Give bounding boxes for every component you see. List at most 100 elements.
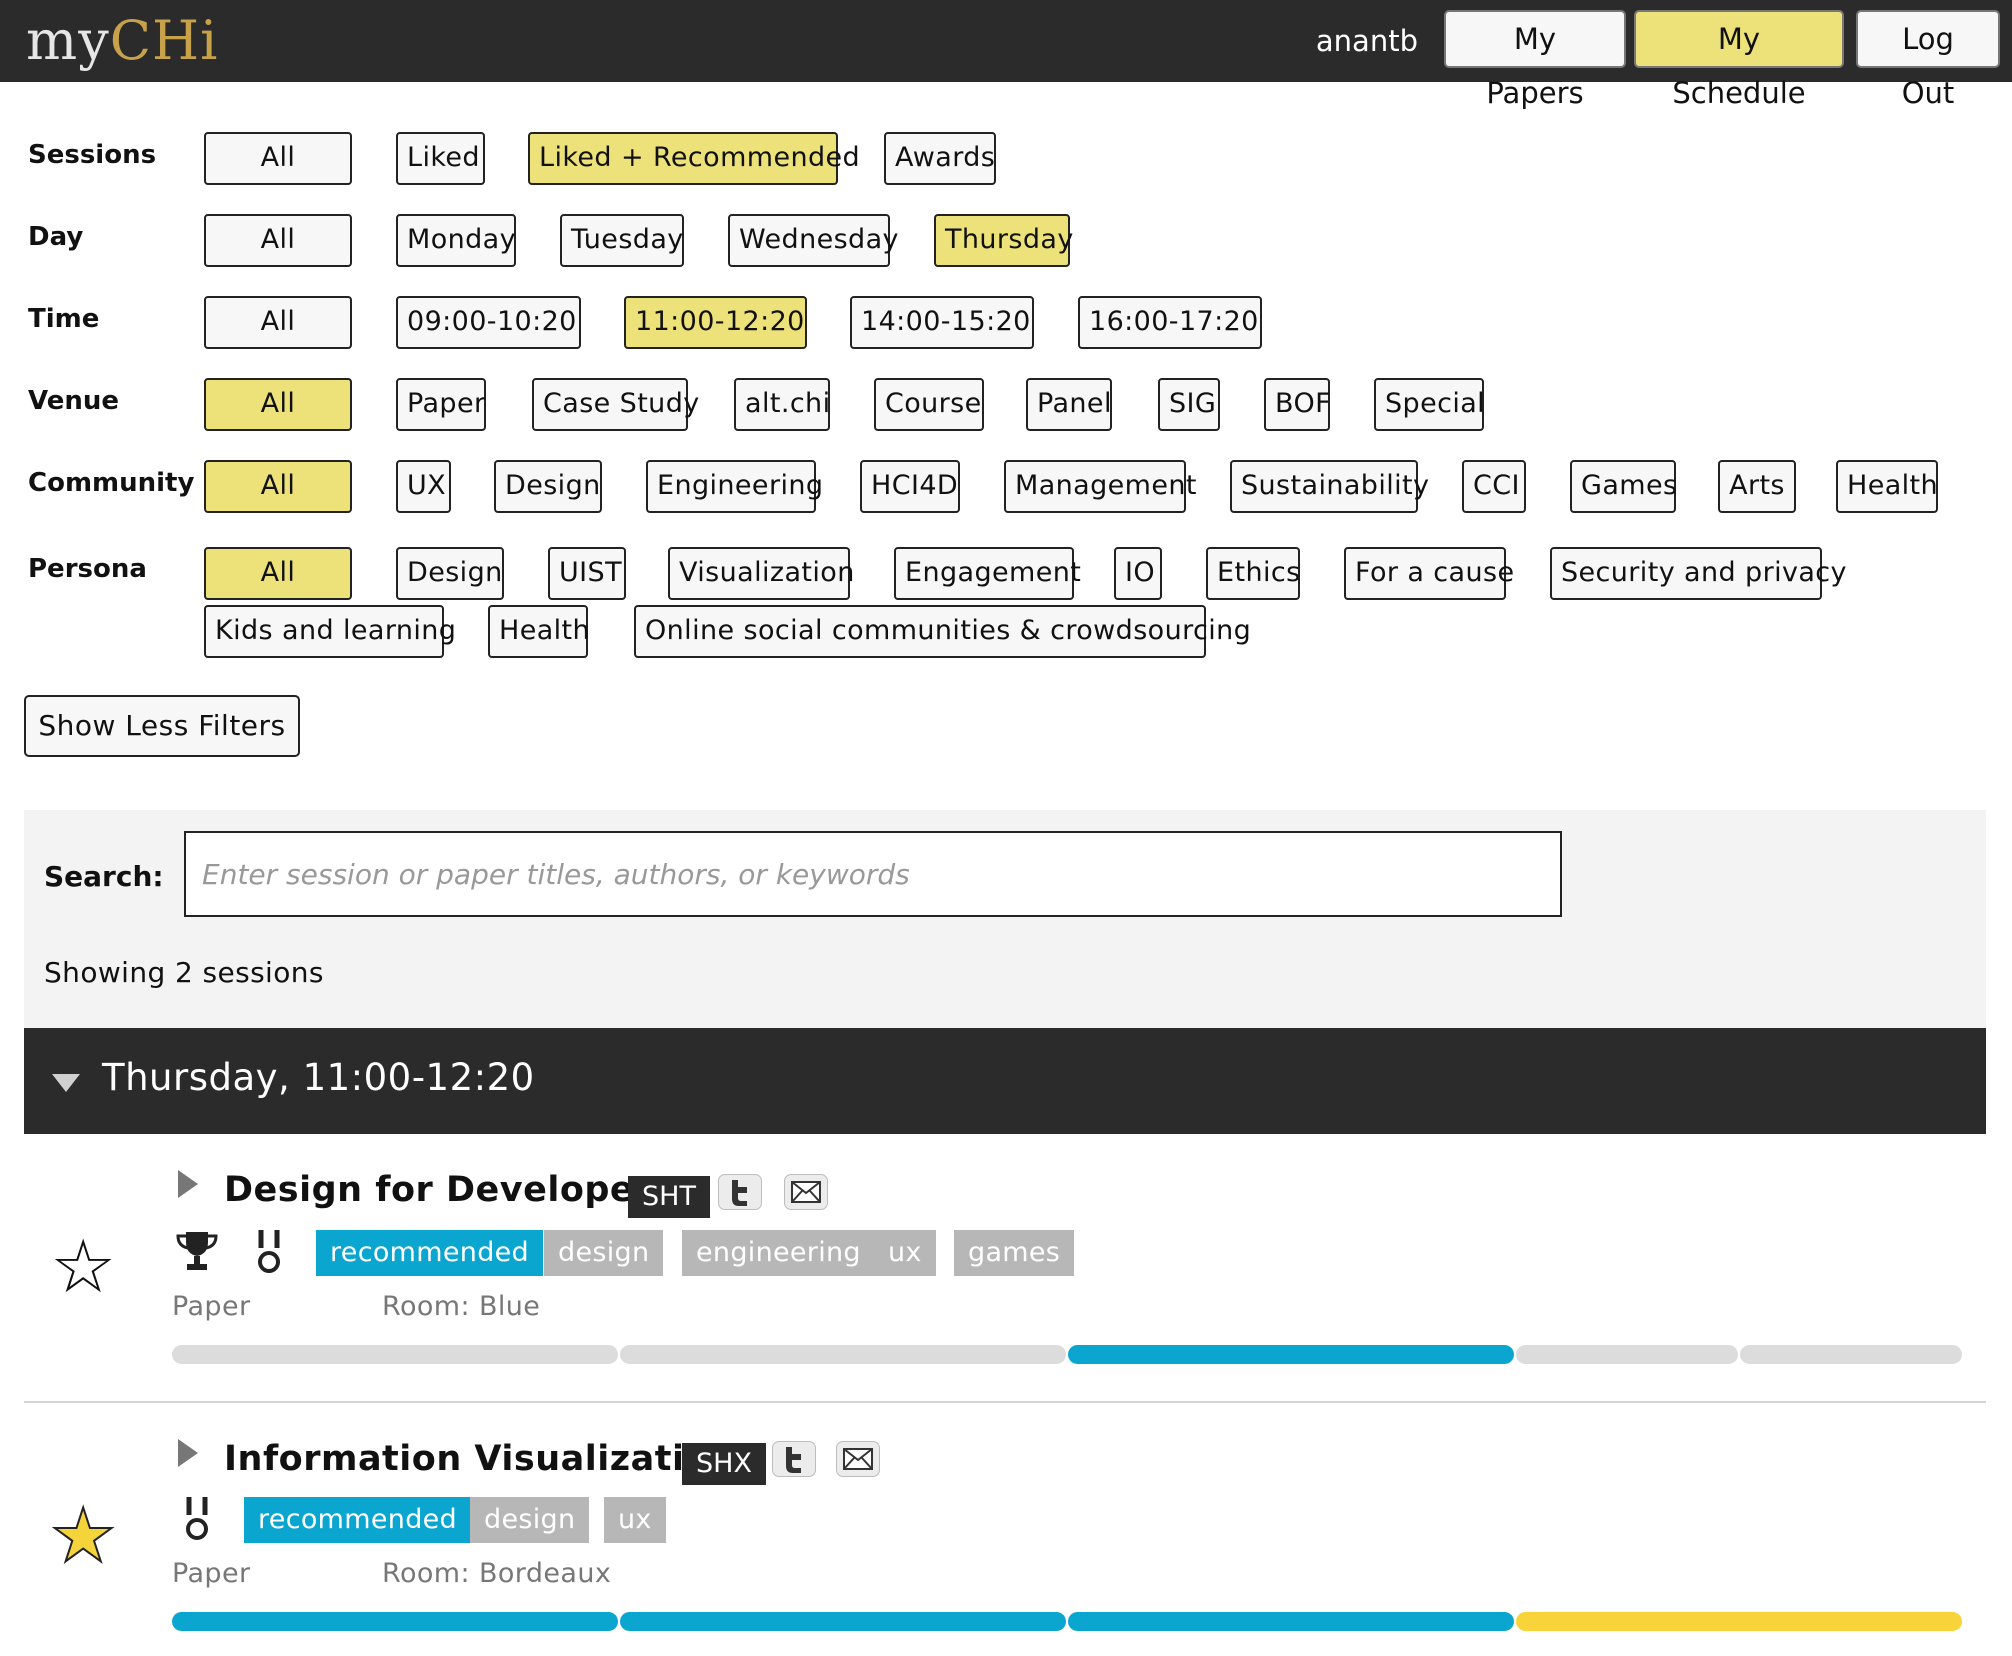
community-filter-all[interactable]: All: [204, 460, 352, 513]
persona-filter-visualization[interactable]: Visualization: [668, 547, 854, 600]
persona-filter-for-a-cause[interactable]: For a cause: [1344, 547, 1514, 600]
day-filter-monday[interactable]: Monday: [396, 214, 516, 267]
time-filter-all[interactable]: All: [204, 296, 352, 349]
venue-filter-special[interactable]: Special: [1374, 378, 1485, 431]
my-schedule-button[interactable]: My Schedule: [1634, 10, 1844, 110]
session-row: Design for Developers SHT ☆ recommended …: [24, 1134, 1986, 1400]
filter-label-persona: Persona: [28, 554, 147, 584]
time-filter-1100[interactable]: 11:00-12:20: [624, 296, 807, 349]
expand-triangle-icon[interactable]: [178, 1170, 198, 1198]
expand-triangle-icon[interactable]: [178, 1439, 198, 1467]
sessions-filter-liked[interactable]: Liked: [396, 132, 485, 185]
day-filter-thursday[interactable]: Thursday: [934, 214, 1073, 267]
community-filter-hci4d[interactable]: HCI4D: [860, 460, 960, 513]
session-code-badge: SHT: [628, 1176, 710, 1218]
tag-games[interactable]: games: [954, 1230, 1075, 1276]
session-room: Room: Blue: [382, 1291, 541, 1322]
email-icon[interactable]: [784, 1174, 828, 1210]
venue-filter-case-study[interactable]: Case Study: [532, 378, 699, 431]
filter-label-day: Day: [28, 222, 84, 252]
session-type: Paper: [172, 1291, 251, 1322]
community-filter-health[interactable]: Health: [1836, 460, 1938, 513]
community-filter-sustainability[interactable]: Sustainability: [1230, 460, 1429, 513]
session-title[interactable]: Design for Developers: [224, 1170, 673, 1210]
venue-filter-alt-chi[interactable]: alt.chi: [734, 378, 830, 431]
collapse-triangle-icon[interactable]: [52, 1074, 80, 1092]
persona-filter-health[interactable]: Health: [488, 605, 590, 658]
schedule-bar-segment: [1516, 1345, 1738, 1364]
mychi-logo[interactable]: myCHi: [26, 6, 218, 76]
liked-star-icon[interactable]: ★: [49, 1498, 117, 1574]
tag-engineering[interactable]: engineering: [682, 1230, 875, 1276]
community-filter-management[interactable]: Management: [1004, 460, 1196, 513]
schedule-bar-segment: [620, 1612, 1066, 1631]
search-input[interactable]: [184, 831, 1562, 917]
schedule-bar-segment: [1516, 1612, 1962, 1631]
logo-my: my: [26, 9, 110, 72]
twitter-icon[interactable]: [772, 1441, 816, 1477]
venue-filter-bof[interactable]: BOF: [1264, 378, 1331, 431]
session-title[interactable]: Information Visualization: [224, 1439, 734, 1479]
sessions-filter-liked-recommended[interactable]: Liked + Recommended: [528, 132, 860, 185]
tag-ux[interactable]: ux: [604, 1497, 666, 1543]
persona-filter-security-privacy[interactable]: Security and privacy: [1550, 547, 1847, 600]
venue-filter-panel[interactable]: Panel: [1026, 378, 1112, 431]
twitter-icon[interactable]: [718, 1174, 762, 1210]
show-less-filters-button[interactable]: Show Less Filters: [24, 695, 300, 757]
schedule-bar-segment: [620, 1345, 1066, 1364]
tag-design[interactable]: design: [544, 1230, 664, 1276]
filter-label-venue: Venue: [28, 386, 119, 416]
time-filter-0900[interactable]: 09:00-10:20: [396, 296, 581, 349]
tag-recommended[interactable]: recommended: [316, 1230, 543, 1276]
session-type: Paper: [172, 1558, 251, 1589]
username: anantb: [1315, 24, 1418, 58]
my-papers-button[interactable]: My Papers: [1444, 10, 1626, 110]
community-filter-arts[interactable]: Arts: [1718, 460, 1796, 513]
persona-filter-io[interactable]: IO: [1114, 547, 1162, 600]
persona-filter-kids-learning[interactable]: Kids and learning: [204, 605, 456, 658]
time-filter-1400[interactable]: 14:00-15:20: [850, 296, 1034, 349]
community-filter-design[interactable]: Design: [494, 460, 602, 513]
persona-filter-online-social[interactable]: Online social communities & crowdsourcin…: [634, 605, 1251, 658]
session-code-badge: SHX: [682, 1443, 766, 1485]
schedule-bar-segment: [1740, 1345, 1962, 1364]
session-group-title: Thursday, 11:00-12:20: [102, 1056, 535, 1099]
tag-ux[interactable]: ux: [874, 1230, 936, 1276]
sessions-filter-all[interactable]: All: [204, 132, 352, 185]
persona-filter-uist[interactable]: UIST: [548, 547, 626, 600]
schedule-bar-segment: [172, 1612, 618, 1631]
day-filter-wednesday[interactable]: Wednesday: [728, 214, 899, 267]
session-group-header[interactable]: Thursday, 11:00-12:20: [24, 1028, 1986, 1134]
community-filter-cci[interactable]: CCI: [1462, 460, 1526, 513]
logo-chi: CHi: [109, 9, 219, 72]
filter-label-time: Time: [28, 304, 100, 334]
schedule-bar-segment-current: [1068, 1612, 1514, 1631]
filter-label-sessions: Sessions: [28, 140, 157, 170]
like-star-icon[interactable]: ☆: [50, 1230, 116, 1304]
persona-filter-ethics[interactable]: Ethics: [1206, 547, 1300, 600]
sessions-filter-awards[interactable]: Awards: [884, 132, 996, 185]
community-filter-engineering[interactable]: Engineering: [646, 460, 823, 513]
community-filter-games[interactable]: Games: [1570, 460, 1677, 513]
venue-filter-paper[interactable]: Paper: [396, 378, 486, 431]
persona-filter-design[interactable]: Design: [396, 547, 504, 600]
email-icon[interactable]: [836, 1441, 880, 1477]
schedule-bar-segment-current: [1068, 1345, 1514, 1364]
venue-filter-all[interactable]: All: [204, 378, 352, 431]
tag-recommended[interactable]: recommended: [244, 1497, 471, 1543]
search-panel: Search: Showing 2 sessions: [24, 810, 1986, 1028]
tag-design[interactable]: design: [470, 1497, 590, 1543]
time-filter-1600[interactable]: 16:00-17:20: [1078, 296, 1262, 349]
log-out-button[interactable]: Log Out: [1856, 10, 2000, 110]
persona-filter-engagement[interactable]: Engagement: [894, 547, 1081, 600]
persona-filter-all[interactable]: All: [204, 547, 352, 600]
medal-icon: [184, 1495, 210, 1545]
community-filter-ux[interactable]: UX: [396, 460, 451, 513]
day-filter-tuesday[interactable]: Tuesday: [560, 214, 684, 267]
day-filter-all[interactable]: All: [204, 214, 352, 267]
top-bar: myCHi anantb My Papers My Schedule Log O…: [0, 0, 2012, 110]
venue-filter-sig[interactable]: SIG: [1158, 378, 1220, 431]
schedule-bar-segment: [172, 1345, 618, 1364]
venue-filter-course[interactable]: Course: [874, 378, 984, 431]
medal-icon: [256, 1228, 282, 1278]
